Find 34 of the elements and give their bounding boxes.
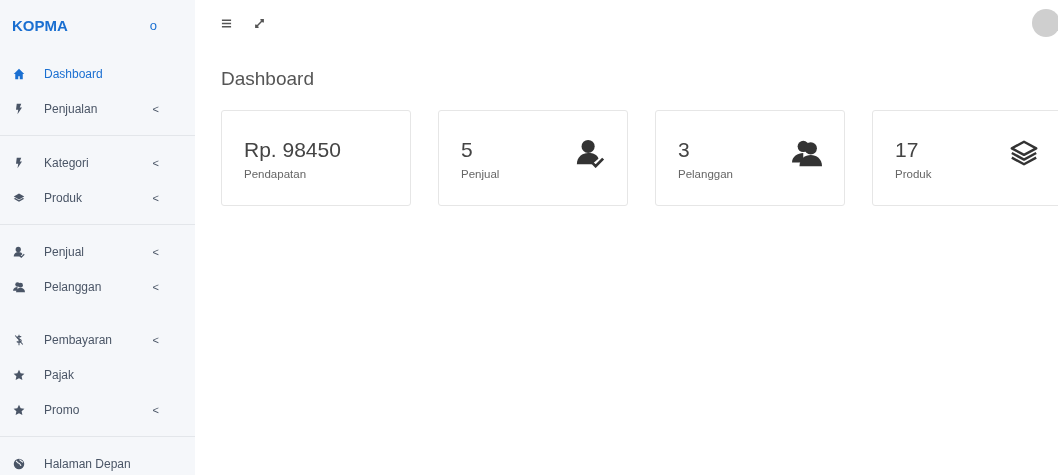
stat-label: Penjual bbox=[461, 168, 500, 180]
users-icon bbox=[13, 280, 25, 293]
layers-icon bbox=[1009, 138, 1039, 168]
sidebar-item[interactable]: Promo < bbox=[0, 392, 195, 427]
stat-label: Pelanggan bbox=[678, 168, 733, 180]
sidebar-item[interactable]: Dashboard bbox=[0, 56, 195, 91]
stat-value: 17 bbox=[895, 138, 920, 162]
stat-label: Pendapatan bbox=[244, 168, 308, 180]
stat-value: 5 bbox=[461, 138, 474, 162]
user-check-icon bbox=[13, 245, 25, 258]
sidebar-item[interactable]: Penjualan < bbox=[0, 91, 195, 126]
sidebar-item[interactable]: Pelanggan < bbox=[0, 269, 195, 304]
sidebar-toggle[interactable]: o bbox=[149, 17, 157, 33]
page-title: Dashboard bbox=[221, 68, 315, 90]
sidebar-item[interactable]: Pajak bbox=[0, 357, 195, 392]
home-icon bbox=[13, 67, 25, 80]
sidebar-item[interactable]: Halaman Depan bbox=[0, 446, 195, 475]
user-check-icon bbox=[575, 138, 605, 168]
globe-icon bbox=[13, 457, 25, 470]
users-icon bbox=[792, 138, 822, 168]
stat-value: Rp. 98450 bbox=[244, 138, 341, 162]
sidebar-item[interactable]: Penjual < bbox=[0, 234, 195, 269]
layers-icon bbox=[13, 191, 25, 204]
expand-icon[interactable] bbox=[254, 17, 265, 29]
sidebar-item[interactable]: Kategori < bbox=[0, 145, 195, 180]
star-icon bbox=[13, 368, 25, 381]
sidebar-item[interactable]: Produk < bbox=[0, 180, 195, 215]
menu-icon[interactable] bbox=[221, 17, 232, 29]
star-icon bbox=[13, 403, 25, 416]
brand-logo[interactable]: KOPMA bbox=[12, 16, 68, 34]
sidebar-item[interactable]: Pembayaran < bbox=[0, 322, 195, 357]
dollar-off-icon bbox=[13, 333, 25, 346]
stat-label: Produk bbox=[895, 168, 932, 180]
stat-value: 3 bbox=[678, 138, 691, 162]
